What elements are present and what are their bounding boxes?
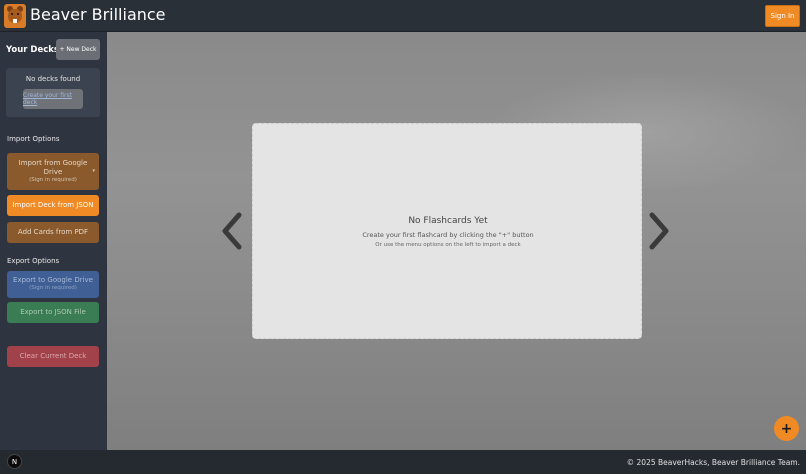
import-google-drive-label: Import from Google Drive xyxy=(18,158,88,176)
sidebar: Your Decks + New Deck No decks found Cre… xyxy=(0,32,107,450)
copyright-text: © 2025 BeaverHacks, Beaver Brilliance Te… xyxy=(626,458,800,467)
flashcard-area: No Flashcards Yet Create your first flas… xyxy=(107,32,806,450)
your-decks-heading: Your Decks xyxy=(6,45,59,55)
add-flashcard-button[interactable]: + xyxy=(774,416,799,441)
app-title[interactable]: Beaver Brilliance xyxy=(30,5,166,24)
empty-decks-panel: No decks found Create your first deck xyxy=(6,68,100,117)
new-deck-button[interactable]: + New Deck xyxy=(56,39,100,60)
empty-card-hint: Or use the menu options on the left to i… xyxy=(375,242,521,248)
n-logo-icon[interactable]: N xyxy=(7,454,22,469)
chevron-right-icon[interactable] xyxy=(648,212,670,250)
sign-in-required-note: (Sign in required) xyxy=(29,285,77,292)
empty-card-instruction: Create your first flashcard by clicking … xyxy=(362,231,534,239)
export-options-heading: Export Options xyxy=(7,257,60,265)
clear-deck-button[interactable]: Clear Current Deck xyxy=(7,346,99,367)
footer: N © 2025 BeaverHacks, Beaver Brilliance … xyxy=(0,450,806,474)
export-google-drive-button[interactable]: Export to Google Drive (Sign in required… xyxy=(7,271,99,298)
app-header: Beaver Brilliance Sign In xyxy=(0,0,806,32)
import-google-drive-button[interactable]: Import from Google Drive (Sign in requir… xyxy=(7,153,99,190)
sign-in-button[interactable]: Sign In xyxy=(765,5,800,27)
no-decks-message: No decks found xyxy=(25,75,81,83)
sign-in-required-note: (Sign in required) xyxy=(29,177,77,184)
empty-card-title: No Flashcards Yet xyxy=(408,216,488,226)
import-options-heading: Import Options xyxy=(7,135,60,143)
import-json-button[interactable]: Import Deck from JSON xyxy=(7,195,99,216)
export-json-button[interactable]: Export to JSON File xyxy=(7,302,99,323)
chevron-left-icon[interactable] xyxy=(221,212,243,250)
beaver-logo-icon[interactable] xyxy=(4,4,26,28)
export-google-drive-label: Export to Google Drive xyxy=(13,276,93,285)
create-first-deck-link[interactable]: Create your first deck xyxy=(23,89,83,109)
caret-down-icon: ▾ xyxy=(92,168,95,174)
flashcard[interactable]: No Flashcards Yet Create your first flas… xyxy=(252,123,642,339)
add-pdf-button[interactable]: Add Cards from PDF xyxy=(7,222,99,243)
